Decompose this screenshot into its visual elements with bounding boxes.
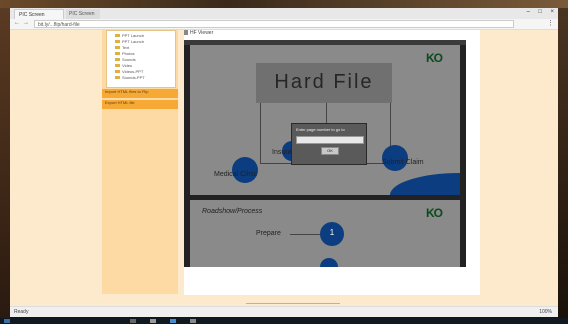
decorative-wave — [390, 173, 460, 195]
document-icon — [184, 30, 188, 36]
connector-line — [260, 103, 261, 163]
step-label: Prepare — [256, 230, 281, 237]
file-tree: PPT Launch PPT Launch Text Photos Sounds… — [106, 30, 176, 88]
maximize-button[interactable]: □ — [538, 9, 542, 15]
browser-window: PIC Screen PIC Screen – □ × ← → bit.ly/.… — [10, 8, 558, 317]
zoom-level[interactable]: 100% — [539, 309, 552, 315]
folder-icon — [115, 52, 120, 56]
address-bar: ← → bit.ly/...flip/hard-file ⋮ — [10, 19, 558, 30]
menu-icon[interactable]: ⋮ — [547, 19, 554, 27]
sidebar: PPT Launch PPT Launch Text Photos Sounds… — [102, 30, 178, 294]
footer-divider — [246, 303, 340, 304]
node-label: Submit Claim — [382, 159, 424, 166]
slide-heading: Hard File — [274, 71, 374, 93]
tree-item[interactable]: Text — [115, 45, 129, 50]
folder-icon — [115, 64, 120, 68]
minimize-button[interactable]: – — [527, 9, 530, 15]
folder-icon — [115, 70, 120, 74]
page-content: PPT Launch PPT Launch Text Photos Sounds… — [10, 30, 558, 306]
slide-2: Roadshow/Process KO Prepare 1 — [190, 200, 460, 267]
slide-1: KO Hard File Medical Clinic Insurance Su… — [190, 45, 460, 195]
slide-deck[interactable]: KO Hard File Medical Clinic Insurance Su… — [184, 40, 466, 267]
taskbar-app-icon[interactable] — [170, 319, 176, 323]
import-html-button[interactable]: Import HTML files to Flip — [102, 89, 178, 98]
node-circle — [232, 157, 258, 183]
step-circle — [320, 258, 338, 267]
tree-item[interactable]: Sounds-PPT — [115, 75, 145, 80]
document-viewer: HF Viewer KO Hard File Medical Clinic In… — [184, 30, 480, 295]
step-circle: 1 — [320, 222, 344, 246]
step-number: 1 — [329, 228, 335, 237]
close-window-button[interactable]: × — [550, 9, 554, 15]
taskbar-app-icon[interactable] — [190, 319, 196, 323]
taskbar-app-icon[interactable] — [130, 319, 136, 323]
export-html-button[interactable]: Export HTML file — [102, 100, 178, 109]
dialog-title: Enter page number to go to — [296, 127, 345, 132]
tree-item[interactable]: Videos-PPT — [115, 69, 143, 74]
folder-icon — [115, 34, 120, 38]
dialog-ok-button[interactable]: OK — [321, 147, 339, 155]
folder-icon — [115, 76, 120, 80]
start-icon[interactable] — [4, 319, 10, 323]
slide-title: Roadshow/Process — [202, 208, 263, 215]
connector-line — [290, 234, 320, 235]
desktop-wallpaper-left — [0, 8, 10, 318]
folder-icon — [115, 40, 120, 44]
page-number-input[interactable] — [296, 136, 364, 144]
tree-item[interactable]: PPT Launch — [115, 33, 144, 38]
status-text: Ready — [14, 309, 29, 315]
node-circle — [382, 145, 408, 171]
tree-item[interactable]: Photos — [115, 51, 134, 56]
browser-tab[interactable]: PIC Screen — [66, 9, 100, 19]
heading-box: Hard File — [256, 63, 392, 103]
back-icon[interactable]: ← — [14, 20, 20, 26]
url-field[interactable]: bit.ly/...flip/hard-file — [34, 20, 514, 28]
tree-item[interactable]: PPT Launch — [115, 39, 144, 44]
status-bar: Ready 100% — [10, 306, 558, 317]
forward-icon[interactable]: → — [23, 20, 29, 26]
viewer-title: HF Viewer — [184, 30, 213, 36]
tree-item[interactable]: Video — [115, 63, 132, 68]
ko-logo: KO — [426, 51, 443, 65]
folder-icon — [115, 58, 120, 62]
ko-logo: KO — [426, 206, 443, 220]
goto-page-dialog: Enter page number to go to OK — [291, 123, 367, 165]
tab-bar: PIC Screen PIC Screen – □ × — [10, 8, 558, 19]
desktop-wallpaper — [0, 0, 568, 8]
browser-tab-active[interactable]: PIC Screen — [14, 9, 64, 19]
tree-item[interactable]: Sounds — [115, 57, 136, 62]
node-label: Medical Clinic — [214, 171, 258, 178]
taskbar — [0, 318, 568, 324]
taskbar-app-icon[interactable] — [150, 319, 156, 323]
folder-icon — [115, 46, 120, 50]
desktop-wallpaper-right — [558, 8, 568, 318]
